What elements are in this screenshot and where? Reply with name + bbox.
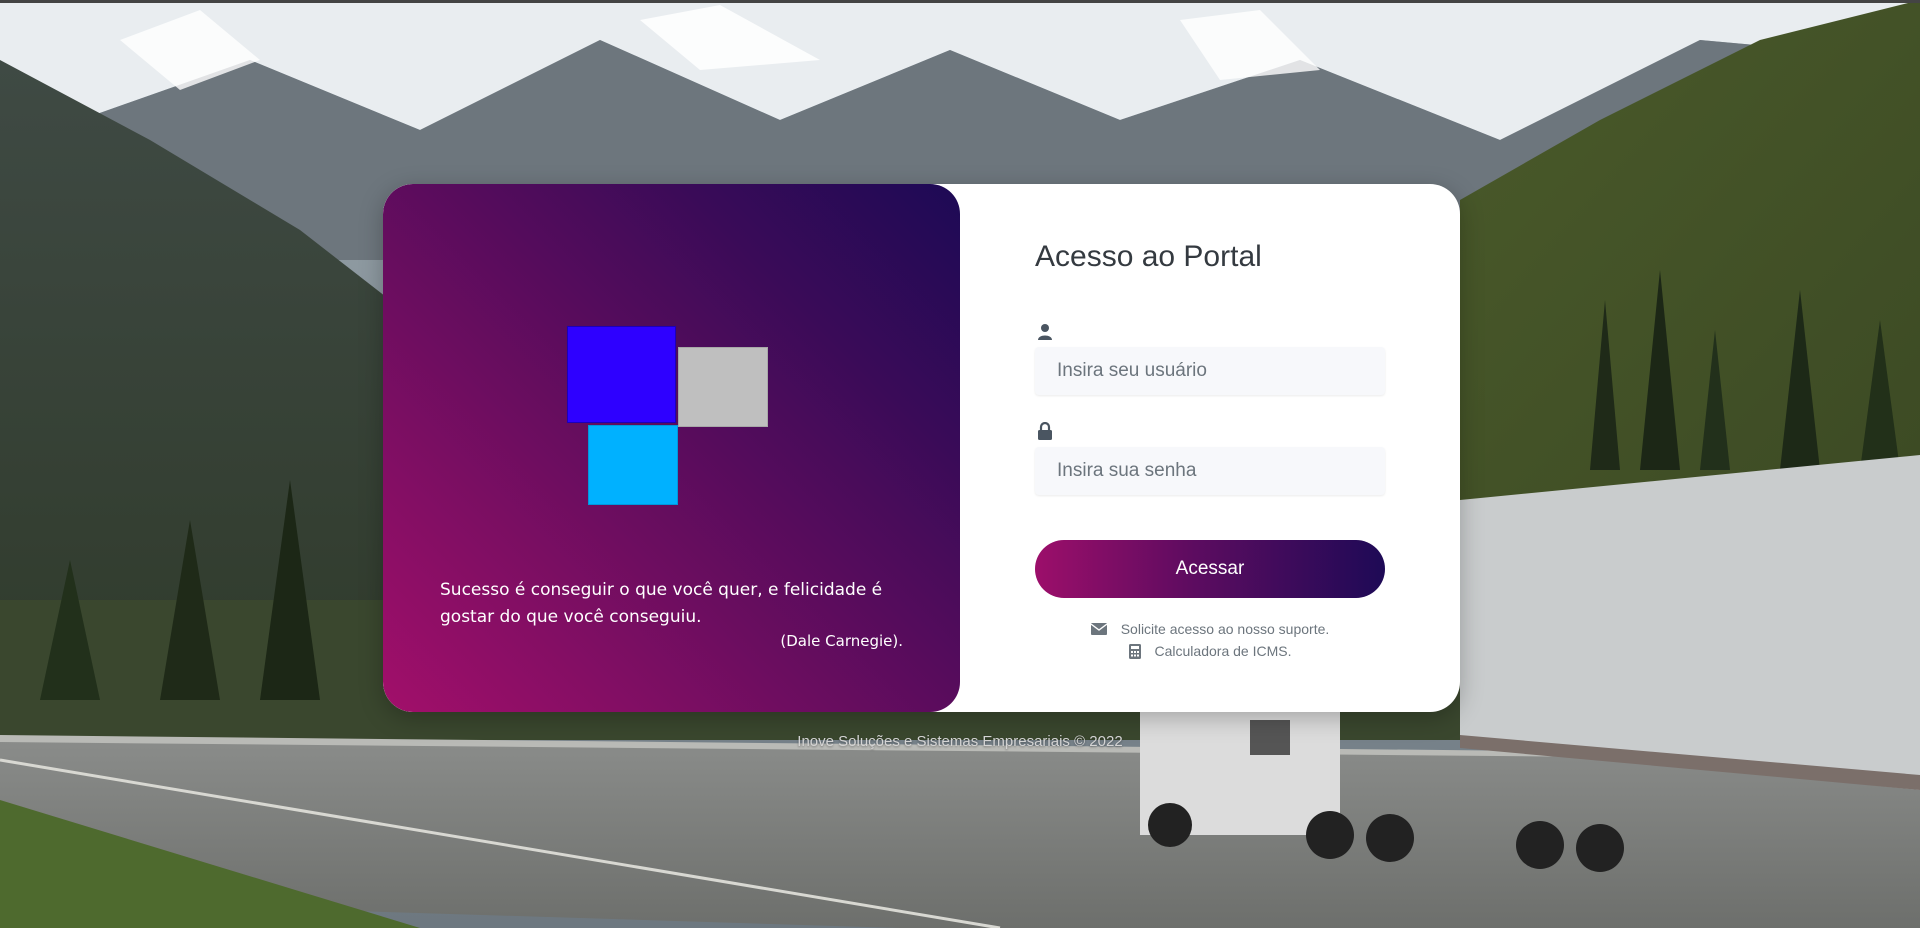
help-links: Solicite acesso ao nosso suporte. Calcul… — [1035, 618, 1385, 662]
support-link[interactable]: Solicite acesso ao nosso suporte. — [1121, 621, 1330, 637]
login-card: Sucesso é conseguir o que você quer, e f… — [383, 184, 1460, 712]
calculator-link-row[interactable]: Calculadora de ICMS. — [1035, 640, 1385, 662]
logo-square-gray — [678, 347, 768, 427]
branding-panel: Sucesso é conseguir o que você quer, e f… — [383, 184, 960, 712]
quote-text: Sucesso é conseguir o que você quer, e f… — [440, 580, 883, 627]
quote-author: (Dale Carnegie). — [780, 632, 903, 650]
support-link-row[interactable]: Solicite acesso ao nosso suporte. — [1035, 618, 1385, 640]
page-title: Acesso ao Portal — [1035, 240, 1262, 273]
calculator-icon — [1128, 643, 1141, 659]
logo-square-cyan — [588, 425, 678, 505]
lock-icon — [1038, 422, 1052, 440]
envelope-icon — [1090, 623, 1107, 635]
footer-copyright: Inove Soluções e Sistemas Empresariais ©… — [797, 733, 1123, 750]
calculator-link[interactable]: Calculadora de ICMS. — [1155, 643, 1292, 659]
username-input[interactable] — [1035, 347, 1385, 395]
user-icon — [1038, 324, 1052, 340]
password-input[interactable] — [1035, 447, 1385, 495]
login-button[interactable]: Acessar — [1035, 540, 1385, 598]
logo-square-blue — [567, 326, 676, 423]
top-border — [0, 0, 1920, 3]
